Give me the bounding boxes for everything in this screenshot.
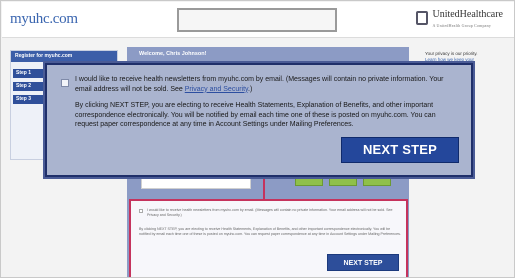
consent-section-highlighted: I would like to receive health newslette… xyxy=(129,199,408,277)
next-step-button-small[interactable]: NEXT STEP xyxy=(327,254,399,271)
site-header: myuhc.com UnitedHealthcare A UnitedHealt… xyxy=(2,2,514,38)
paperless-disclosure-text: By clicking NEXT STEP, you are electing … xyxy=(75,102,436,128)
brand-title: UnitedHealthcare xyxy=(432,9,503,20)
consent-text: I would like to receive health newslette… xyxy=(75,76,444,93)
newsletter-checkbox-small[interactable] xyxy=(139,209,143,213)
sidebar-title: Register for myuhc.com xyxy=(11,51,117,62)
brand-logo: UnitedHealthcare A UnitedHealth Group Co… xyxy=(416,10,503,30)
page-frame: myuhc.com UnitedHealthcare A UnitedHealt… xyxy=(0,0,515,278)
consent-text-small: I would like to receive health newslette… xyxy=(147,208,393,217)
next-step-button[interactable]: NEXT STEP xyxy=(341,137,459,163)
consent-text-end: .) xyxy=(248,85,253,93)
privacy-promo: Your privacy is our priority. Learn how … xyxy=(425,51,507,63)
site-logo[interactable]: myuhc.com xyxy=(10,11,78,28)
consent-callout: I would like to receive health newslette… xyxy=(45,63,473,177)
welcome-message: Welcome, Chris Johnson! xyxy=(139,51,207,57)
background-field xyxy=(141,175,251,189)
brand-shield-icon xyxy=(416,11,429,25)
brand-tagline: A UnitedHealth Group Company xyxy=(432,23,492,28)
paperless-text-small: By clicking NEXT STEP, you are electing … xyxy=(139,227,401,236)
privacy-security-link[interactable]: Privacy and Security xyxy=(185,86,248,93)
newsletter-consent-text: I would like to receive health newslette… xyxy=(75,75,460,94)
search-input[interactable] xyxy=(177,8,337,32)
newsletter-checkbox[interactable] xyxy=(61,79,69,87)
brand-name: UnitedHealthcare A UnitedHealth Group Co… xyxy=(432,10,503,31)
